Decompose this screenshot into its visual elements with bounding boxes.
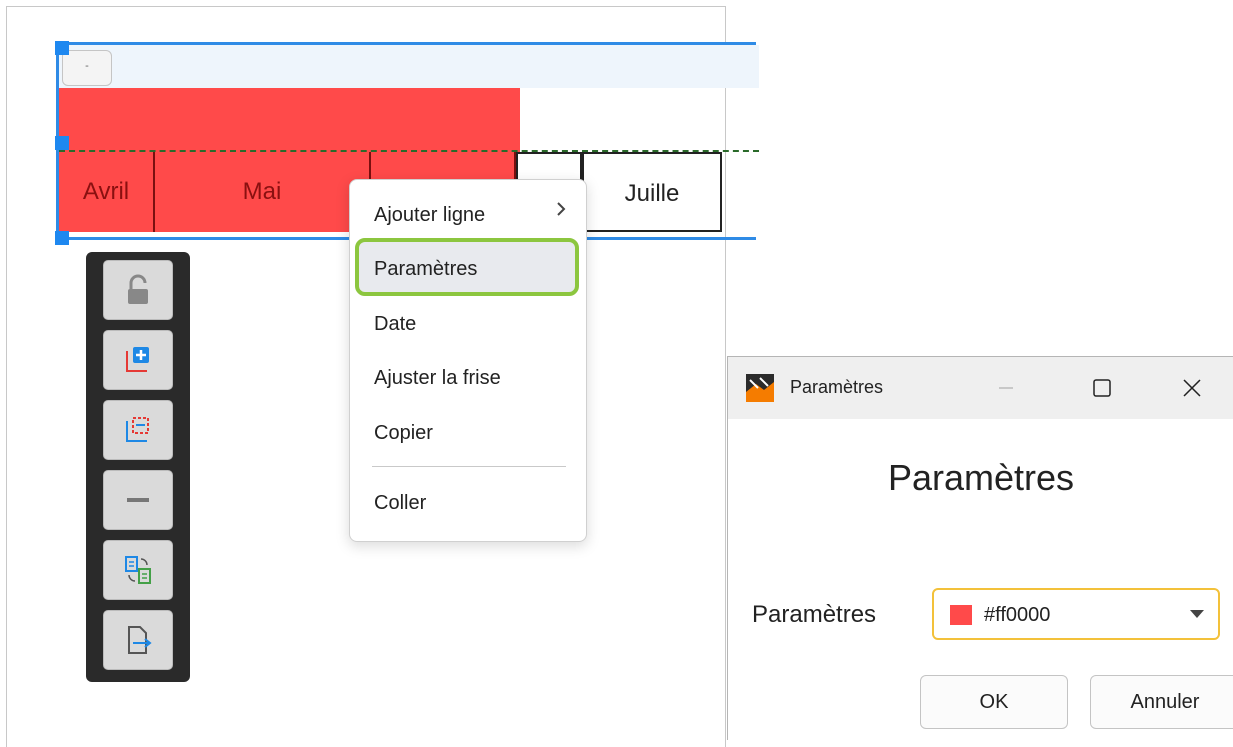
dialog-titlebar[interactable]: Paramètres [728,357,1233,419]
menu-separator [372,466,566,467]
menu-item-fit-timeline[interactable]: Ajuster la frise [374,367,501,390]
swap-docs-icon [125,556,151,584]
month-cell[interactable]: Avril [59,152,155,232]
close-icon[interactable] [1172,371,1212,405]
insert-doc-button[interactable] [103,610,173,670]
resize-handle-top-left[interactable] [55,41,69,55]
color-select[interactable]: #ff0000 [932,588,1220,640]
period-bar[interactable] [59,88,520,152]
select-range-button[interactable] [103,400,173,460]
app-icon [746,374,774,402]
side-toolbar [86,252,190,682]
chevron-down-icon [1190,610,1204,618]
insert-doc-icon [128,626,152,654]
select-range-icon [126,417,149,442]
minimize-icon[interactable] [986,371,1026,405]
lock-icon [128,274,148,304]
context-menu: Ajouter ligne Paramètres Date Ajuster la… [349,179,587,542]
add-row-icon [126,347,149,372]
resize-handle-bottom-left[interactable] [55,231,69,245]
color-select-value: #ff0000 [984,604,1051,626]
remove-icon [127,498,149,502]
settings-dialog: Paramètres Paramètres Paramètres #ff0000… [727,356,1233,740]
ok-button[interactable]: OK [920,675,1068,729]
cancel-button[interactable]: Annuler [1090,675,1233,729]
dialog-window-title: Paramètres [790,377,884,397]
swap-docs-button[interactable] [103,540,173,600]
month-cell[interactable]: Mai [155,152,371,232]
maximize-icon[interactable] [1082,371,1122,405]
color-field-label: Paramètres [752,601,877,628]
add-row-button[interactable] [103,330,173,390]
menu-item-date[interactable]: Date [374,313,416,336]
menu-item-add-line[interactable]: Ajouter ligne [374,204,485,227]
remove-button[interactable] [103,470,173,530]
menu-item-settings[interactable]: Paramètres [374,258,477,281]
color-swatch [950,605,972,625]
lock-button[interactable] [103,260,173,320]
month-cell[interactable]: Juille [582,152,722,232]
chevron-right-icon [557,202,566,216]
resize-handle-left[interactable] [55,136,69,150]
dialog-heading: Paramètres [887,457,1075,498]
menu-item-paste[interactable]: Coller [374,492,426,515]
menu-item-copy[interactable]: Copier [374,422,433,445]
